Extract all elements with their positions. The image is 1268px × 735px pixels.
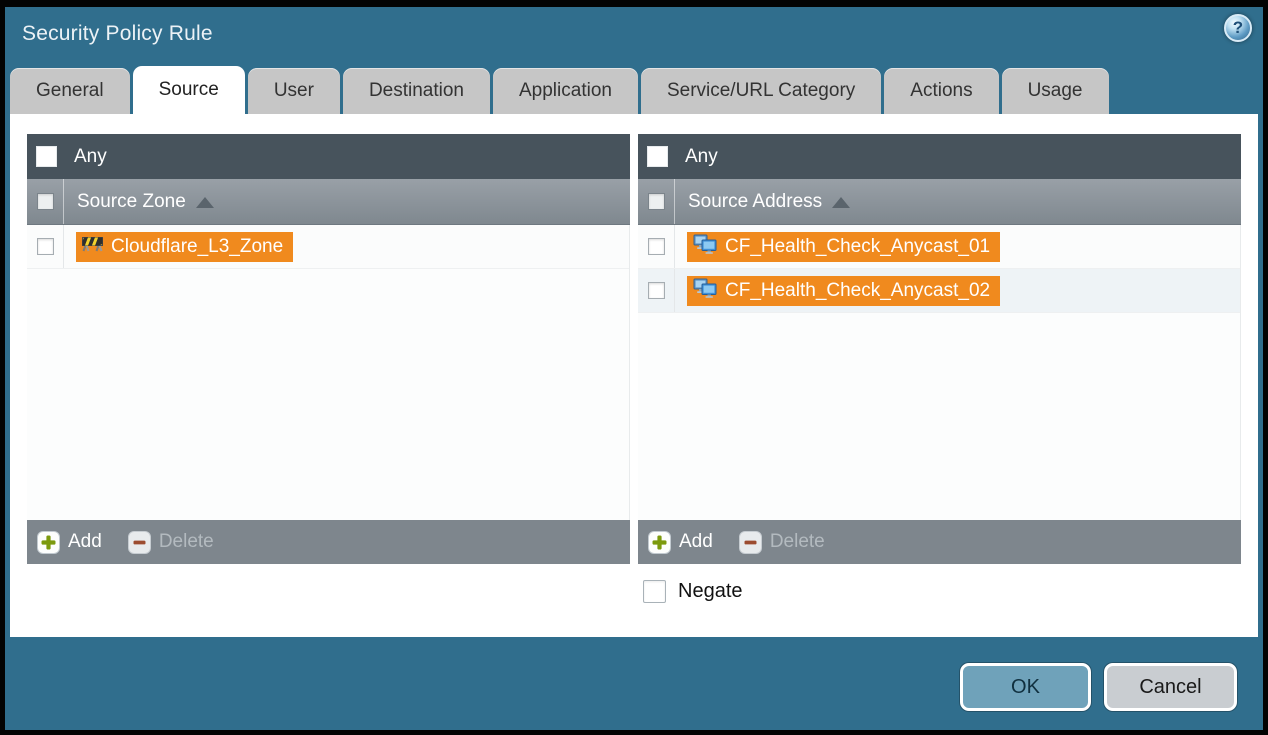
source-zone-list: Cloudflare_L3_Zone — [27, 225, 630, 520]
tab-bar: General Source User Destination Applicat… — [5, 66, 1263, 114]
tab-service-url-category[interactable]: Service/URL Category — [641, 68, 881, 114]
source-zone-any-checkbox[interactable] — [36, 146, 57, 167]
tab-general[interactable]: General — [10, 68, 130, 114]
negate-option: Negate — [643, 580, 1241, 603]
help-icon[interactable]: ? — [1224, 14, 1252, 42]
source-address-any-bar: Any — [638, 134, 1241, 179]
security-policy-rule-dialog: Security Policy Rule ? General Source Us… — [0, 0, 1268, 735]
table-row[interactable]: CF_Health_Check_Anycast_01 — [638, 225, 1240, 269]
source-address-toolbar: Add Delete — [638, 520, 1241, 564]
add-button-label: Add — [679, 531, 713, 553]
add-button[interactable]: Add — [37, 531, 102, 554]
source-zone-any-bar: Any — [27, 134, 630, 179]
row-checkbox[interactable] — [648, 282, 665, 299]
address-icon — [693, 234, 717, 260]
tab-application[interactable]: Application — [493, 68, 638, 114]
source-zone-toolbar: Add Delete — [27, 520, 630, 564]
zone-icon — [82, 235, 103, 258]
row-checkbox[interactable] — [37, 238, 54, 255]
source-zone-item[interactable]: Cloudflare_L3_Zone — [76, 232, 293, 262]
delete-button[interactable]: Delete — [128, 531, 214, 554]
title-bar: Security Policy Rule ? — [5, 7, 1263, 66]
add-plus-icon — [37, 531, 60, 554]
source-address-item-label: CF_Health_Check_Anycast_01 — [725, 236, 990, 258]
address-icon — [693, 278, 717, 304]
source-zone-select-all-checkbox[interactable] — [37, 193, 54, 210]
sort-asc-icon — [832, 197, 850, 208]
delete-button[interactable]: Delete — [739, 531, 825, 554]
source-zone-column-header[interactable]: Source Zone — [27, 179, 630, 225]
source-address-any-checkbox[interactable] — [647, 146, 668, 167]
source-address-any-label: Any — [685, 146, 718, 168]
dialog-footer: OK Cancel — [5, 637, 1263, 735]
source-address-item-label: CF_Health_Check_Anycast_02 — [725, 280, 990, 302]
negate-label: Negate — [678, 580, 743, 603]
source-address-panel: Any Source Address — [638, 134, 1241, 564]
delete-button-label: Delete — [770, 531, 825, 553]
source-zone-column-title: Source Zone — [77, 191, 186, 213]
source-address-column-title: Source Address — [688, 191, 822, 213]
source-tab-content: Any Source Zone — [10, 114, 1258, 637]
source-zone-panel: Any Source Zone — [27, 134, 630, 564]
tab-usage[interactable]: Usage — [1002, 68, 1109, 114]
delete-minus-icon — [128, 531, 151, 554]
cancel-button[interactable]: Cancel — [1104, 663, 1237, 711]
tab-source[interactable]: Source — [133, 66, 245, 114]
source-zone-item-label: Cloudflare_L3_Zone — [111, 236, 283, 258]
source-address-column-header[interactable]: Source Address — [638, 179, 1241, 225]
negate-checkbox[interactable] — [643, 580, 666, 603]
dialog-title: Security Policy Rule — [22, 22, 213, 46]
add-plus-icon — [648, 531, 671, 554]
source-address-select-all-checkbox[interactable] — [648, 193, 665, 210]
tab-destination[interactable]: Destination — [343, 68, 490, 114]
tab-user[interactable]: User — [248, 68, 340, 114]
add-button-label: Add — [68, 531, 102, 553]
row-checkbox[interactable] — [648, 238, 665, 255]
source-zone-any-label: Any — [74, 146, 107, 168]
source-address-item[interactable]: CF_Health_Check_Anycast_01 — [687, 232, 1000, 262]
tab-actions[interactable]: Actions — [884, 68, 998, 114]
table-row[interactable]: CF_Health_Check_Anycast_02 — [638, 269, 1240, 313]
source-address-list: CF_Health_Check_Anycast_01 — [638, 225, 1241, 520]
sort-asc-icon — [196, 197, 214, 208]
ok-button[interactable]: OK — [960, 663, 1091, 711]
delete-button-label: Delete — [159, 531, 214, 553]
add-button[interactable]: Add — [648, 531, 713, 554]
table-row[interactable]: Cloudflare_L3_Zone — [27, 225, 629, 269]
source-address-item[interactable]: CF_Health_Check_Anycast_02 — [687, 276, 1000, 306]
delete-minus-icon — [739, 531, 762, 554]
